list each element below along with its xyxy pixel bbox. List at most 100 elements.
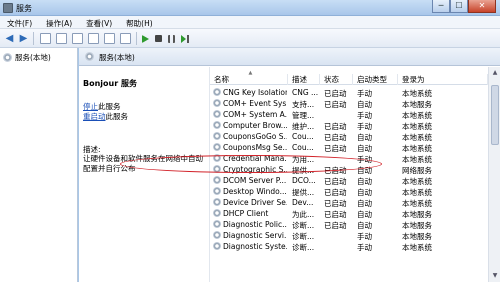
gear-icon: [213, 220, 221, 228]
restart-link-suffix: 此服务: [105, 112, 129, 121]
table-row[interactable]: Diagnostic Syste... 诊断... 手动 本地系统: [210, 241, 500, 252]
gear-icon: [213, 176, 221, 184]
table-row[interactable]: CouponsGoGo S... Cou... 已启动 自动 本地系统: [210, 131, 500, 142]
cell-name: Diagnostic Syste...: [223, 242, 287, 251]
cell-name: Computer Brow...: [223, 121, 287, 130]
gear-icon: [213, 198, 221, 206]
tree-item-label: 服务(本地): [15, 52, 51, 62]
cell-name: CouponsGoGo S...: [223, 132, 287, 141]
gear-icon: [213, 209, 221, 217]
maximize-button[interactable]: ☐: [450, 0, 468, 13]
table-row[interactable]: COM+ System A... 管理... 手动 本地系统: [210, 109, 500, 120]
console-tree: 服务(本地): [0, 48, 78, 282]
cell-name: COM+ System A...: [223, 110, 287, 119]
pause-service-icon[interactable]: [168, 35, 175, 43]
menu-view[interactable]: 查看(V): [79, 16, 119, 28]
start-service-icon[interactable]: [142, 35, 149, 43]
cell-name: CouponsMsg Se...: [223, 143, 287, 152]
cell-name: Device Driver Se...: [223, 198, 287, 207]
cell-logon-as: 本地系统: [402, 243, 432, 252]
properties-icon[interactable]: [56, 33, 67, 44]
toolbar-separator: [33, 32, 34, 45]
table-row[interactable]: Computer Brow... 维护... 已启动 手动 本地系统: [210, 120, 500, 131]
toolbar-separator: [136, 32, 137, 45]
table-row[interactable]: Diagnostic Polic... 诊断... 已启动 自动 本地服务: [210, 219, 500, 230]
gear-icon: [213, 88, 221, 96]
cell-description: Cou...: [292, 132, 314, 141]
back-arrow-icon[interactable]: ◀: [4, 33, 15, 44]
menu-help[interactable]: 帮助(H): [119, 16, 160, 28]
view-icon[interactable]: [120, 33, 131, 44]
table-row[interactable]: CNG Key Isolation CNG ... 已启动 手动 本地系统: [210, 87, 500, 98]
pane-header: 服务(本地): [79, 48, 500, 66]
table-row[interactable]: Desktop Windo... 提供... 已启动 自动 本地系统: [210, 186, 500, 197]
cell-description: DCO...: [292, 176, 316, 185]
gear-icon: [213, 187, 221, 195]
show-hide-console-tree-icon[interactable]: [40, 33, 51, 44]
extended-description-pane: Bonjour 服务 停止此服务 重启动此服务 描述: 让硬件设备和软件服务在网…: [79, 67, 209, 282]
services-app-icon: [3, 3, 13, 13]
stop-service-icon[interactable]: [155, 35, 162, 42]
column-header-status[interactable]: 状态: [320, 74, 353, 85]
highlight-ellipse-annotation: [120, 155, 382, 173]
cell-name: COM+ Event Sys...: [223, 99, 287, 108]
column-header-logon-as[interactable]: 登录为: [398, 74, 488, 85]
table-row[interactable]: Device Driver Se... Dev... 已启动 自动 本地系统: [210, 197, 500, 208]
title-bar: 服务 ─ ☐ ✕: [0, 0, 500, 16]
close-button[interactable]: ✕: [468, 0, 496, 13]
column-header-startup-type[interactable]: 启动类型: [353, 74, 398, 85]
column-header-description[interactable]: 描述: [288, 74, 320, 85]
cell-name: Diagnostic Polic...: [223, 220, 287, 229]
cell-description: 诊断...: [292, 243, 315, 252]
export-list-icon[interactable]: [88, 33, 99, 44]
gear-icon: [3, 52, 12, 62]
scrollbar-thumb[interactable]: [491, 85, 499, 145]
gear-icon: [213, 231, 221, 239]
cell-description: Dev...: [292, 198, 314, 207]
column-header-name[interactable]: ▲ 名称: [210, 70, 288, 85]
table-row[interactable]: DCOM Server P... DCO... 已启动 自动 本地系统: [210, 175, 500, 186]
cell-name: DCOM Server P...: [223, 176, 287, 185]
window-title: 服务: [16, 4, 32, 13]
cell-name: CNG Key Isolation: [223, 88, 287, 97]
toolbar: ◀ ▶: [0, 29, 500, 48]
gear-icon: [213, 110, 221, 118]
sort-ascending-icon: ▲: [248, 70, 253, 76]
scroll-up-arrow-icon[interactable]: ▲: [490, 68, 500, 78]
window-controls: ─ ☐ ✕: [432, 0, 496, 14]
table-row[interactable]: CouponsMsg Se... Cou... 已启动 自动 本地系统: [210, 142, 500, 153]
list-header: ▲ 名称 描述 状态 启动类型 登录为: [210, 70, 500, 85]
cell-startup-type: 手动: [357, 243, 372, 252]
refresh-icon[interactable]: [72, 33, 83, 44]
menu-bar: 文件(F) 操作(A) 查看(V) 帮助(H): [0, 16, 500, 29]
cell-name: DHCP Client: [223, 209, 269, 218]
gear-icon: [85, 52, 94, 61]
restart-link[interactable]: 重启动: [83, 112, 106, 121]
cell-description: CNG ...: [292, 88, 319, 97]
restart-service-icon[interactable]: [181, 35, 190, 43]
table-row[interactable]: DHCP Client 为此... 已启动 自动 本地服务: [210, 208, 500, 219]
gear-icon: [213, 121, 221, 129]
cell-name: Diagnostic Servi...: [223, 231, 287, 240]
menu-file[interactable]: 文件(F): [0, 16, 39, 28]
menu-action[interactable]: 操作(A): [39, 16, 79, 28]
pane-header-label: 服务(本地): [99, 53, 135, 62]
stop-link-suffix: 此服务: [98, 102, 121, 111]
cell-description: Cou...: [292, 143, 314, 152]
cell-name: Desktop Windo...: [223, 187, 287, 196]
tree-item-services-local[interactable]: 服务(本地): [3, 51, 51, 63]
table-row[interactable]: Diagnostic Servi... 诊断... 手动 本地服务: [210, 230, 500, 241]
help-icon[interactable]: [104, 33, 115, 44]
table-row[interactable]: COM+ Event Sys... 支持... 已启动 自动 本地服务: [210, 98, 500, 109]
scroll-down-arrow-icon[interactable]: ▼: [490, 271, 500, 281]
gear-icon: [213, 132, 221, 140]
gear-icon: [213, 242, 221, 250]
forward-arrow-icon[interactable]: ▶: [18, 33, 29, 44]
column-header-label: 名称: [214, 75, 229, 84]
minimize-button[interactable]: ─: [432, 0, 450, 13]
services-list: ▲ 名称 描述 状态 启动类型 登录为 CNG Key Isolation CNG…: [209, 67, 500, 282]
stop-link[interactable]: 停止: [83, 102, 98, 111]
gear-icon: [213, 143, 221, 151]
vertical-scrollbar[interactable]: ▲ ▼: [488, 67, 500, 282]
gear-icon: [213, 99, 221, 107]
